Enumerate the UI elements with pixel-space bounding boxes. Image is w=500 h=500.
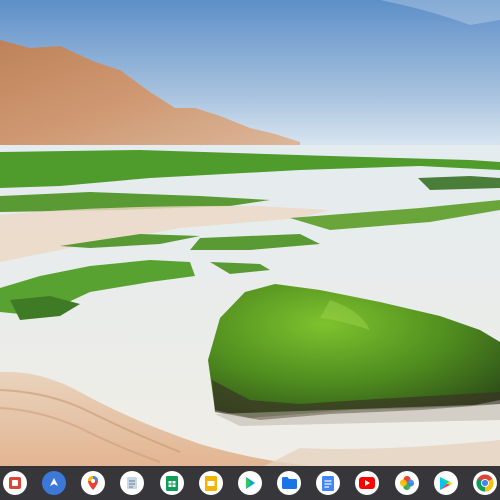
docs-icon [322, 475, 335, 491]
play-store-button[interactable] [433, 471, 458, 495]
play-movies-icon [245, 477, 255, 489]
youtube-icon [359, 477, 376, 489]
coastal-wallpaper [0, 0, 500, 475]
files-button[interactable] [277, 471, 302, 495]
play-movies-button[interactable] [237, 471, 262, 495]
photos-button[interactable] [394, 471, 419, 495]
desktop [0, 0, 500, 500]
notepad-icon [127, 477, 138, 489]
shelf [0, 466, 500, 500]
maps-icon [88, 476, 99, 490]
youtube-button[interactable] [355, 471, 380, 495]
docs-button[interactable] [316, 471, 341, 495]
play-store-icon [439, 476, 453, 490]
launcher-button[interactable] [3, 471, 27, 495]
photos-icon [399, 476, 414, 490]
slides-icon [204, 475, 217, 491]
notepad-button[interactable] [120, 471, 145, 495]
slides-button[interactable] [198, 471, 223, 495]
maps-button[interactable] [81, 471, 106, 495]
sheets-button[interactable] [159, 471, 184, 495]
chrome-button[interactable] [472, 471, 497, 495]
explore-icon [50, 478, 59, 486]
sheets-icon [165, 475, 178, 491]
files-icon [281, 477, 297, 489]
launcher-icon [9, 477, 21, 489]
chrome-icon [476, 474, 494, 492]
explore-button[interactable] [42, 471, 67, 495]
